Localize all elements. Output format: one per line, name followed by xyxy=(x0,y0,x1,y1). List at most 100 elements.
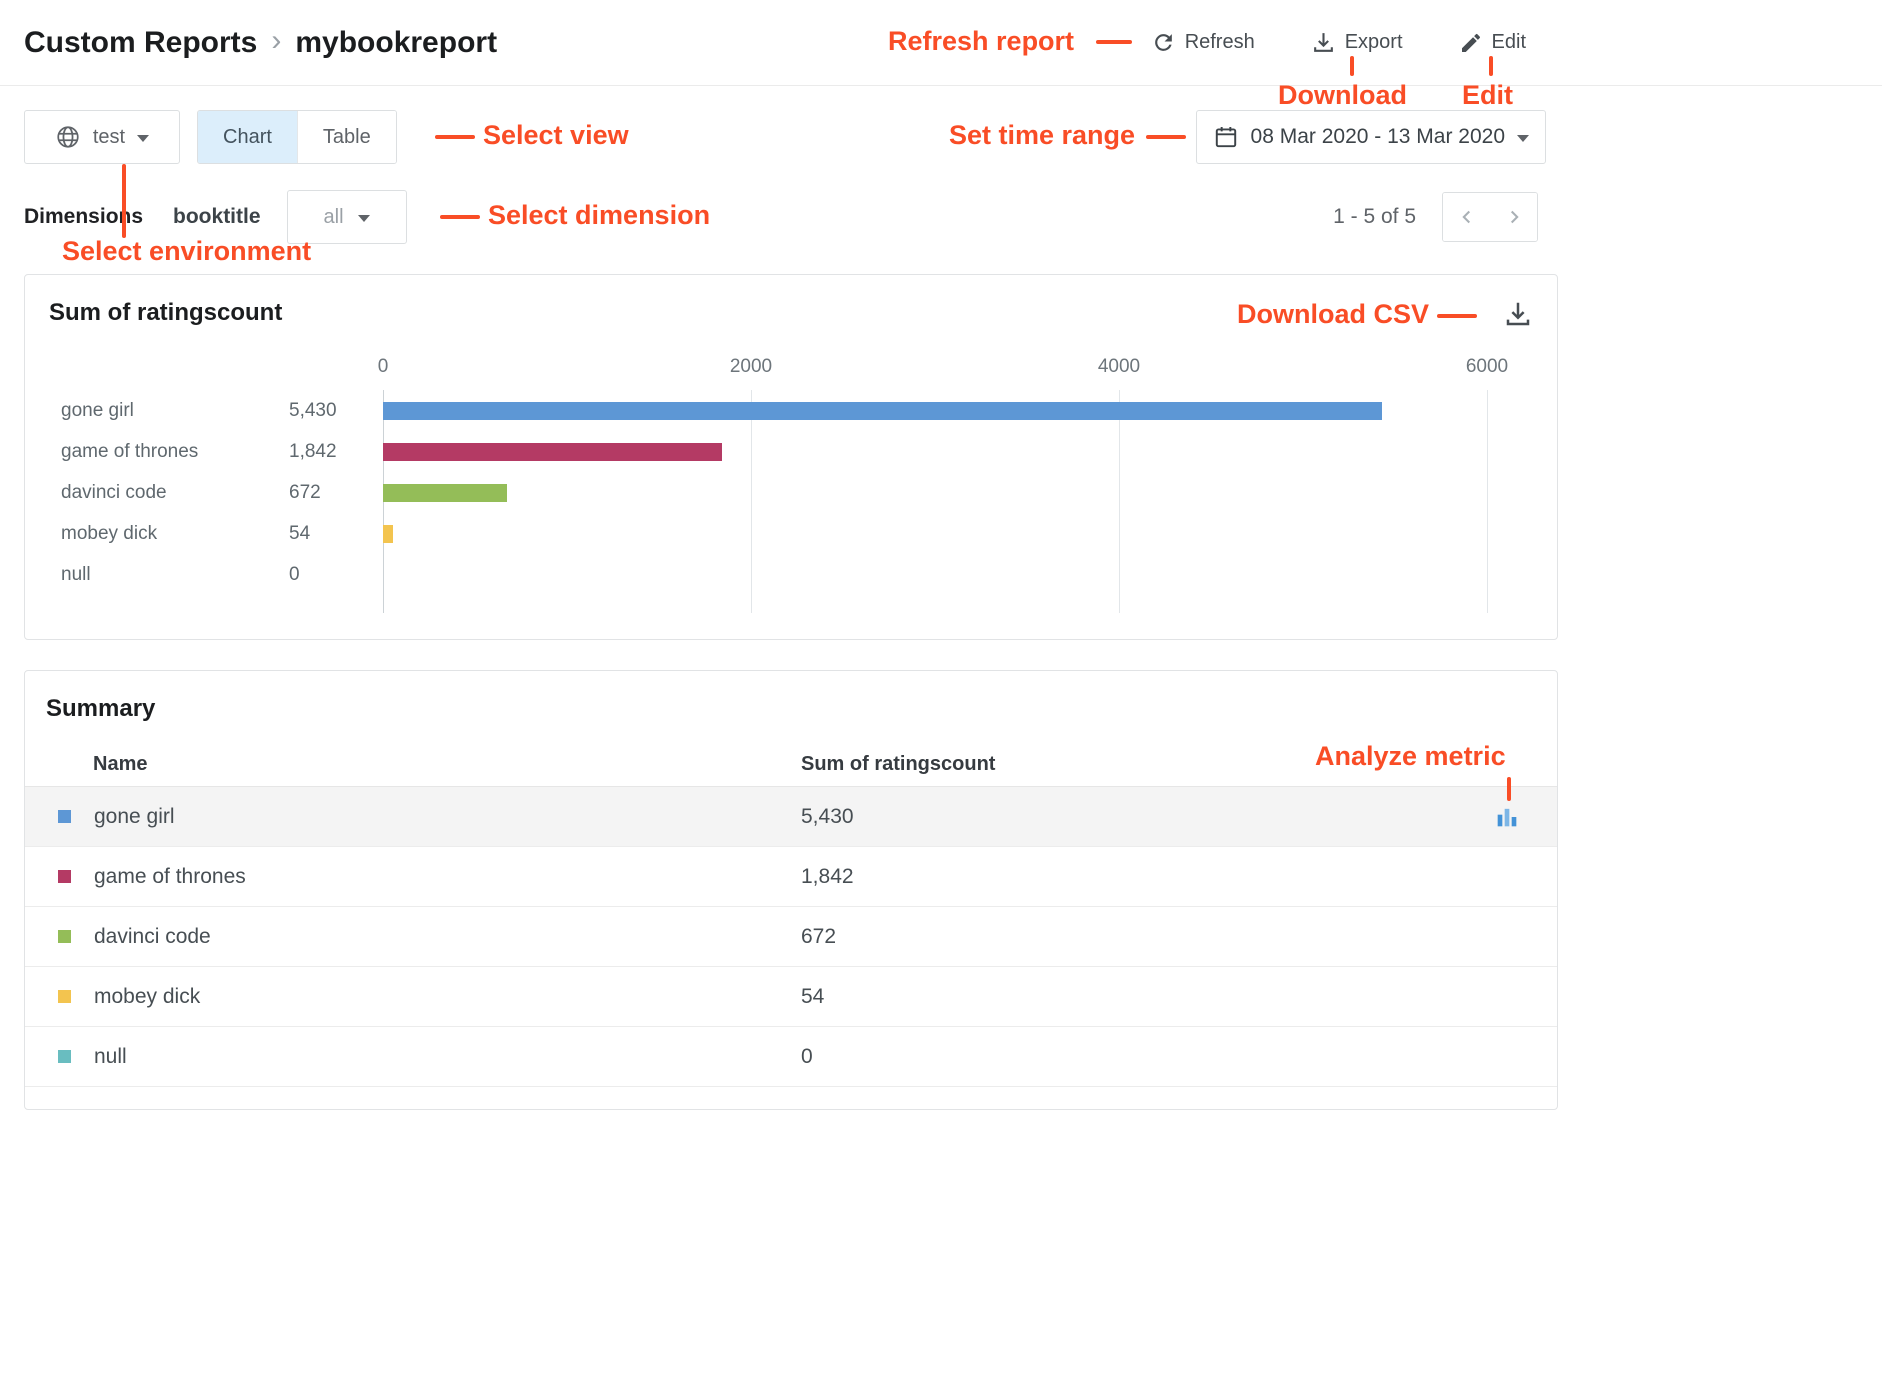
row-name: game of thrones xyxy=(94,865,246,889)
bar[interactable] xyxy=(383,402,1382,420)
table-row[interactable]: gone girl 5,430 xyxy=(25,787,1557,847)
refresh-icon xyxy=(1151,30,1176,55)
bar-track xyxy=(383,566,1487,584)
bar-track xyxy=(383,484,1487,502)
date-range-label: 08 Mar 2020 - 13 Mar 2020 xyxy=(1251,125,1505,149)
bar[interactable] xyxy=(383,484,507,502)
annotation-line xyxy=(1146,135,1186,139)
chevron-right-icon xyxy=(1503,206,1525,228)
annotation-line xyxy=(1350,56,1354,76)
environment-label: test xyxy=(93,126,125,149)
value-label: 1,842 xyxy=(289,441,383,463)
row-name: null xyxy=(94,1045,127,1069)
download-icon xyxy=(1311,30,1336,55)
series-color-swatch xyxy=(58,1050,71,1063)
annotation-line xyxy=(435,135,475,139)
chart-card: Sum of ratingscount 0200040006000 gone g… xyxy=(24,274,1558,640)
view-tab-chart[interactable]: Chart xyxy=(198,111,297,163)
annotation-line xyxy=(440,215,480,219)
row-name: davinci code xyxy=(94,925,211,949)
analyze-metric-icon[interactable] xyxy=(1493,803,1521,831)
chevron-left-icon xyxy=(1456,206,1478,228)
date-range-selector[interactable]: 08 Mar 2020 - 13 Mar 2020 xyxy=(1196,110,1546,164)
bar-track xyxy=(383,443,1487,461)
bar-track xyxy=(383,525,1487,543)
edit-button[interactable]: Edit xyxy=(1459,31,1526,55)
header-actions: Refresh Export Edit xyxy=(1151,30,1526,55)
table-row[interactable]: null 0 xyxy=(25,1027,1557,1087)
bar[interactable] xyxy=(383,525,393,543)
table-row[interactable]: mobey dick54 xyxy=(25,967,1557,1027)
bar-track xyxy=(383,402,1487,420)
table-row[interactable]: game of thrones 1,842 xyxy=(25,847,1557,907)
export-button[interactable]: Export xyxy=(1311,30,1403,55)
pagination: 1 - 5 of 5 xyxy=(1333,192,1538,242)
chevron-down-icon xyxy=(1517,135,1529,142)
pagination-next-button[interactable] xyxy=(1490,193,1537,241)
row-value: 5,430 xyxy=(801,805,1457,829)
chart-row: mobey dick54 xyxy=(49,513,1533,554)
annotation-edit: Edit xyxy=(1462,80,1513,111)
breadcrumb-custom-reports[interactable]: Custom Reports xyxy=(24,26,257,60)
row-value: 0 xyxy=(801,1045,1457,1069)
annotation-line xyxy=(122,164,126,238)
category-label: game of thrones xyxy=(49,441,289,463)
value-label: 5,430 xyxy=(289,400,383,422)
row-value: 1,842 xyxy=(801,865,1457,889)
download-csv-button[interactable] xyxy=(1503,299,1533,332)
row-name: gone girl xyxy=(94,805,175,829)
summary-card: Summary Name Sum of ratingscount gone gi… xyxy=(24,670,1558,1110)
export-label: Export xyxy=(1345,31,1403,54)
pagination-prev-button[interactable] xyxy=(1443,193,1490,241)
chart-title: Sum of ratingscount xyxy=(49,299,282,327)
annotation-line xyxy=(1507,777,1511,801)
bar[interactable] xyxy=(383,443,722,461)
environment-selector[interactable]: test xyxy=(24,110,180,164)
annotation-line xyxy=(1437,314,1477,318)
annotation-line xyxy=(1489,56,1493,76)
series-color-swatch xyxy=(58,810,71,823)
annotation-select-dimension: Select dimension xyxy=(488,200,710,231)
refresh-button[interactable]: Refresh xyxy=(1151,30,1255,55)
custom-report-page: Custom Reports › mybookreport Refresh Ex… xyxy=(0,0,1882,1396)
view-toggle: ChartTable xyxy=(197,110,397,164)
x-axis-ticks: 0200040006000 xyxy=(383,356,1487,390)
view-tab-table[interactable]: Table xyxy=(297,111,396,163)
chart-row: null0 xyxy=(49,554,1533,595)
annotation-download: Download xyxy=(1278,80,1407,111)
annotation-line xyxy=(1096,40,1132,44)
table-row[interactable]: davinci code672 xyxy=(25,907,1557,967)
breadcrumb: Custom Reports › mybookreport xyxy=(24,26,497,60)
chart-row: game of thrones1,842 xyxy=(49,431,1533,472)
value-label: 0 xyxy=(289,564,383,586)
dimension-name: booktitle xyxy=(173,205,261,229)
annotation-set-time-range: Set time range xyxy=(949,120,1135,151)
breadcrumb-chevron-icon: › xyxy=(271,24,281,58)
refresh-label: Refresh xyxy=(1185,31,1255,54)
dimension-selected-value: all xyxy=(324,206,344,229)
pagination-range: 1 - 5 of 5 xyxy=(1333,205,1416,229)
row-value: 54 xyxy=(801,985,1457,1009)
category-label: mobey dick xyxy=(49,523,289,545)
summary-rows: gone girl 5,430 game of thrones 1,842 davinc… xyxy=(25,787,1557,1087)
report-toolbar: test ChartTable 08 Mar 2020 - 13 Mar 202… xyxy=(24,110,1582,164)
category-label: davinci code xyxy=(49,482,289,504)
globe-icon xyxy=(55,124,81,150)
page-title: mybookreport xyxy=(295,26,497,60)
chart-rows: gone girl5,430game of thrones1,842davinc… xyxy=(49,390,1533,595)
chart-row: davinci code672 xyxy=(49,472,1533,513)
x-tick-label: 4000 xyxy=(1098,356,1140,378)
dimensions-row: Dimensions booktitle all 1 - 5 of 5 Sele… xyxy=(24,190,1582,244)
chart-row: gone girl5,430 xyxy=(49,390,1533,431)
chevron-down-icon xyxy=(358,215,370,222)
annotation-refresh-report: Refresh report xyxy=(888,26,1074,57)
edit-label: Edit xyxy=(1492,31,1526,54)
series-color-swatch xyxy=(58,870,71,883)
x-tick-label: 0 xyxy=(378,356,389,378)
x-tick-label: 6000 xyxy=(1466,356,1508,378)
header-bar: Custom Reports › mybookreport Refresh Ex… xyxy=(0,0,1882,86)
calendar-icon xyxy=(1213,124,1239,150)
chevron-down-icon xyxy=(137,135,149,142)
category-label: null xyxy=(49,564,289,586)
annotation-analyze-metric: Analyze metric xyxy=(1315,741,1506,772)
